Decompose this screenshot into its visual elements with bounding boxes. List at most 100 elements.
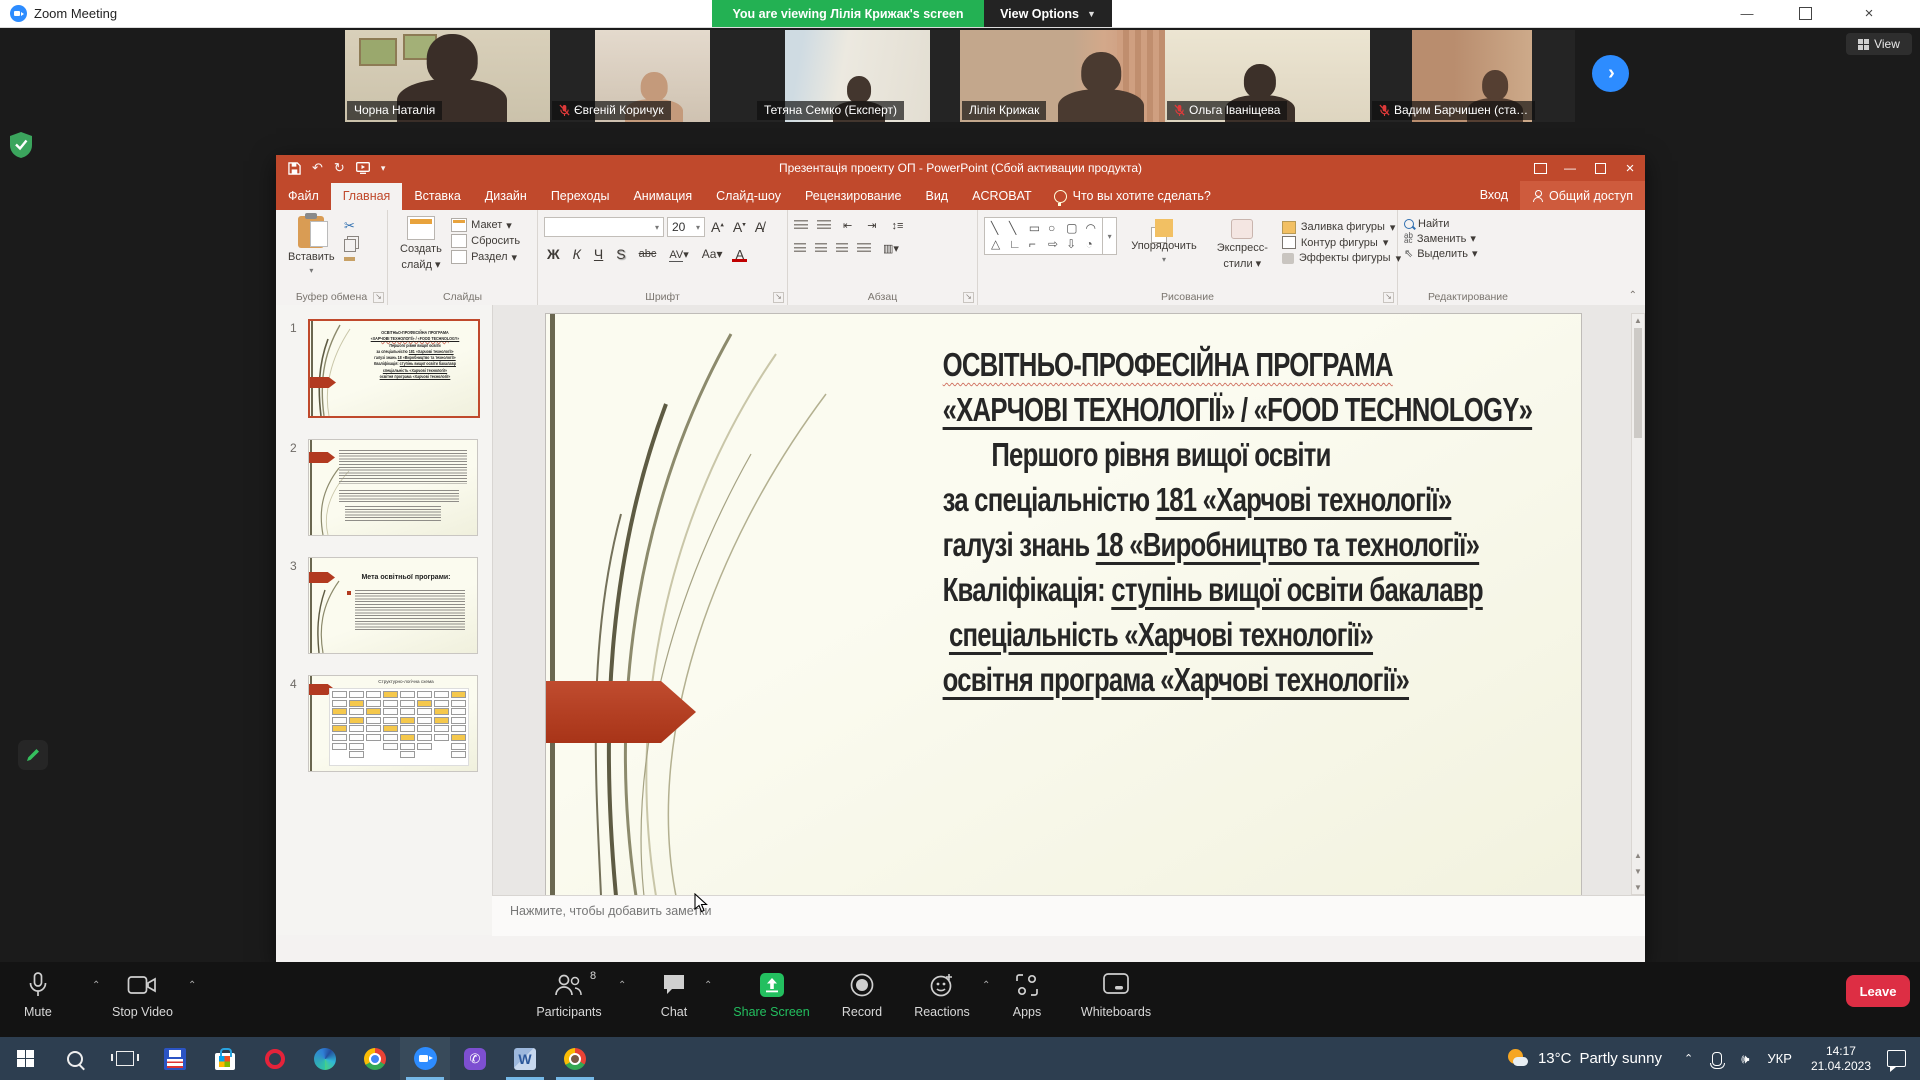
mute-button[interactable]: Mute bbox=[24, 972, 52, 1019]
notes-placeholder[interactable]: Нажмите, чтобы добавить заметки bbox=[510, 904, 711, 918]
taskbar-app-zoom[interactable] bbox=[400, 1037, 450, 1080]
new-slide-button[interactable]: Создать слайд ▾ bbox=[394, 214, 448, 273]
cut-icon[interactable]: ✂ bbox=[344, 218, 356, 234]
chat-options-chevron[interactable]: ⌃ bbox=[704, 980, 712, 991]
gallery-view-button[interactable]: View bbox=[1846, 33, 1912, 55]
layout-button[interactable]: Макет ▾ bbox=[451, 218, 520, 232]
slide-thumbnail-3[interactable]: 3 Мета освітньої програми: bbox=[290, 557, 478, 654]
tray-microphone-icon[interactable] bbox=[1712, 1052, 1722, 1066]
start-button[interactable] bbox=[0, 1037, 50, 1080]
bold-button[interactable]: Ж bbox=[544, 246, 563, 262]
video-tile[interactable]: Тетяна Семко (Експерт) bbox=[755, 30, 960, 122]
tab-view[interactable]: Вид bbox=[913, 183, 960, 210]
tab-animations[interactable]: Анимация bbox=[621, 183, 704, 210]
customize-qat-icon[interactable]: ▾ bbox=[381, 163, 386, 174]
shrink-font-button[interactable]: A▾ bbox=[730, 219, 749, 235]
italic-button[interactable]: К bbox=[570, 246, 584, 262]
video-tile[interactable]: Вадим Барчишен (ста… bbox=[1370, 30, 1575, 122]
slide-thumbnail-1[interactable]: 1 ОСВІТНЬО-ПРОФЕСІЙНА ПРОГРАМА«ХАРЧОВІ Т… bbox=[290, 319, 480, 418]
task-view-button[interactable] bbox=[100, 1037, 150, 1080]
underline-button[interactable]: Ч bbox=[591, 246, 606, 262]
tab-insert[interactable]: Вставка bbox=[402, 183, 472, 210]
slide-thumbnail-panel[interactable]: 1 ОСВІТНЬО-ПРОФЕСІЙНА ПРОГРАМА«ХАРЧОВІ Т… bbox=[276, 305, 493, 935]
weather-widget[interactable]: 13°C Partly sunny bbox=[1506, 1048, 1662, 1070]
slide-arrow-shape[interactable] bbox=[546, 681, 696, 743]
taskbar-app-store[interactable] bbox=[200, 1037, 250, 1080]
notes-pane[interactable]: Нажмите, чтобы добавить заметки bbox=[492, 895, 1645, 936]
participants-button[interactable]: Participants 8 bbox=[524, 972, 614, 1019]
participants-options-chevron[interactable]: ⌃ bbox=[618, 980, 626, 991]
slide-canvas[interactable]: ОСВІТНЬО-ПРОФЕСІЙНА ПРОГРАМА«ХАРЧОВІ ТЕХ… bbox=[545, 313, 1582, 897]
tray-volume-icon[interactable]: 🕪 bbox=[1741, 1051, 1749, 1067]
section-button[interactable]: Раздел ▾ bbox=[451, 250, 520, 264]
scroll-down-arrow[interactable]: ▼ bbox=[1632, 883, 1644, 892]
view-options-dropdown[interactable]: View Options ▼ bbox=[984, 0, 1112, 27]
whiteboards-button[interactable]: Whiteboards bbox=[1066, 972, 1166, 1019]
tab-review[interactable]: Рецензирование bbox=[793, 183, 914, 210]
decrease-indent-button[interactable]: ⇤ bbox=[840, 219, 855, 232]
character-spacing-button[interactable]: AV▾ bbox=[666, 248, 691, 261]
taskbar-app-edge[interactable] bbox=[300, 1037, 350, 1080]
slide-scrollbar[interactable]: ▲ ▲ ▼ ▼ bbox=[1631, 313, 1645, 895]
tab-acrobat[interactable]: ACROBAT bbox=[960, 183, 1044, 210]
clear-formatting-button[interactable]: A̸ bbox=[752, 219, 767, 235]
tab-file[interactable]: Файл bbox=[276, 183, 331, 210]
tell-me-box[interactable]: Что вы хотите сделать? bbox=[1044, 183, 1221, 210]
quick-styles-button[interactable]: Экспресс- стили ▾ bbox=[1211, 217, 1274, 272]
strikethrough-button[interactable]: abc bbox=[636, 248, 660, 260]
font-color-button[interactable]: A bbox=[732, 247, 747, 262]
chat-button[interactable]: Chat bbox=[648, 972, 700, 1019]
apps-button[interactable]: Apps bbox=[1002, 972, 1052, 1019]
align-left-button[interactable] bbox=[794, 243, 806, 254]
text-shadow-button[interactable]: S bbox=[613, 246, 628, 262]
next-slide-button[interactable]: ▼ bbox=[1632, 867, 1644, 876]
ppt-close-button[interactable]: × bbox=[1615, 155, 1645, 181]
window-close-button[interactable]: × bbox=[1834, 0, 1904, 27]
tab-home[interactable]: Главная bbox=[331, 183, 403, 210]
undo-icon[interactable]: ↶ bbox=[312, 160, 323, 176]
taskbar-app-word[interactable]: W bbox=[500, 1037, 550, 1080]
share-button[interactable]: Общий доступ bbox=[1520, 181, 1645, 210]
reactions-options-chevron[interactable]: ⌃ bbox=[982, 980, 990, 991]
find-button[interactable]: Найти bbox=[1404, 218, 1532, 230]
previous-slide-button[interactable]: ▲ bbox=[1632, 851, 1644, 860]
scroll-up-arrow[interactable]: ▲ bbox=[1632, 316, 1644, 325]
columns-button[interactable]: ▥▾ bbox=[880, 242, 902, 255]
share-screen-button[interactable]: Share Screen bbox=[724, 972, 819, 1019]
ppt-restore-button[interactable] bbox=[1585, 155, 1615, 181]
reactions-button[interactable]: Reactions bbox=[906, 972, 978, 1019]
change-case-button[interactable]: Aa▾ bbox=[699, 247, 726, 261]
clipboard-dialog-launcher[interactable]: ↘ bbox=[373, 292, 384, 303]
record-button[interactable]: Record bbox=[832, 972, 892, 1019]
leave-button[interactable]: Leave bbox=[1846, 975, 1910, 1007]
numbering-button[interactable] bbox=[817, 220, 831, 231]
line-spacing-button[interactable]: ↕≡ bbox=[888, 220, 906, 232]
mute-options-chevron[interactable]: ⌃ bbox=[92, 980, 100, 991]
drawing-dialog-launcher[interactable]: ↘ bbox=[1383, 292, 1394, 303]
slide-thumbnail-2[interactable]: 2 bbox=[290, 439, 478, 536]
font-name-input[interactable]: ▾ bbox=[544, 217, 664, 237]
shapes-gallery[interactable]: ╲╲▭○▢◠ △∟⌐⇨⇩◔ bbox=[984, 217, 1103, 255]
sign-in-button[interactable]: Вход bbox=[1468, 182, 1520, 209]
tray-language[interactable]: УКР bbox=[1767, 1051, 1792, 1066]
taskbar-app-viber[interactable]: ✆ bbox=[450, 1037, 500, 1080]
increase-indent-button[interactable]: ⇥ bbox=[864, 219, 879, 232]
redo-icon[interactable]: ↻ bbox=[334, 160, 345, 176]
font-dialog-launcher[interactable]: ↘ bbox=[773, 292, 784, 303]
taskbar-search-button[interactable] bbox=[50, 1037, 100, 1080]
justify-button[interactable] bbox=[857, 243, 871, 254]
shape-effects-button[interactable]: Эффекты фигуры ▾ bbox=[1282, 252, 1401, 265]
video-tile[interactable]: Євгеній Коричук bbox=[550, 30, 755, 122]
align-center-button[interactable] bbox=[815, 243, 827, 254]
ppt-minimize-button[interactable]: — bbox=[1555, 155, 1585, 181]
action-center-icon[interactable] bbox=[1887, 1050, 1906, 1067]
taskbar-app-chrome-profile[interactable] bbox=[550, 1037, 600, 1080]
shape-fill-button[interactable]: Заливка фигуры ▾ bbox=[1282, 221, 1401, 234]
scrollbar-thumb[interactable] bbox=[1634, 328, 1642, 438]
copy-icon[interactable] bbox=[344, 239, 356, 252]
slide-title-text[interactable]: ОСВІТНЬО-ПРОФЕСІЙНА ПРОГРАМА«ХАРЧОВІ ТЕХ… bbox=[881, 342, 1441, 702]
video-tile-active-speaker[interactable]: Лілія Крижак bbox=[960, 30, 1165, 122]
save-icon[interactable] bbox=[288, 162, 301, 175]
reset-button[interactable]: Сбросить bbox=[451, 234, 520, 248]
next-participants-arrow-button[interactable]: › bbox=[1592, 55, 1629, 92]
